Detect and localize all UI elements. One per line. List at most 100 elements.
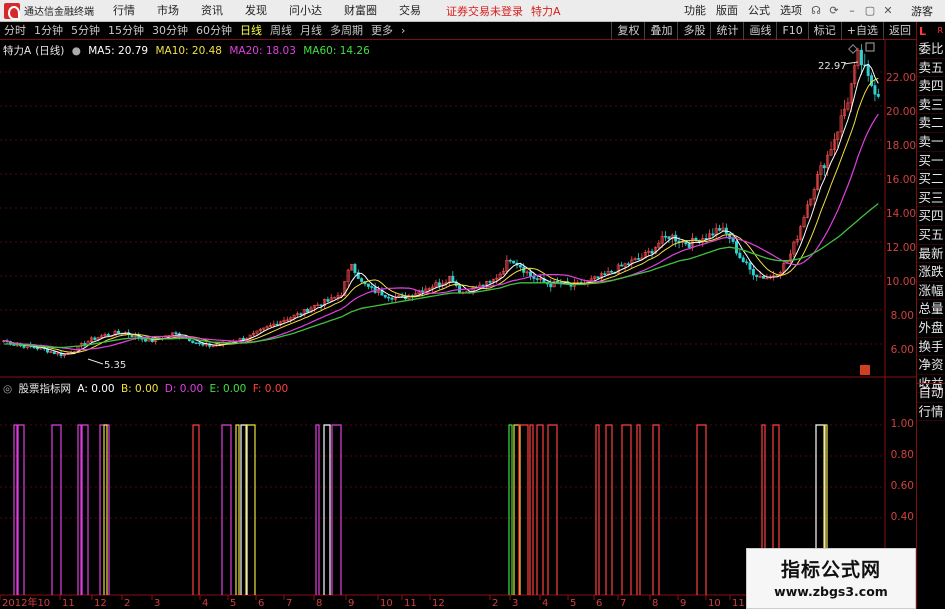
- menu-options[interactable]: 选项: [775, 0, 807, 22]
- period-multi[interactable]: 多周期: [326, 22, 367, 40]
- refresh-icon[interactable]: ⟳: [825, 0, 843, 22]
- panel-item[interactable]: 涨幅: [917, 282, 945, 301]
- panel-item[interactable]: 卖四: [917, 77, 945, 96]
- mark-button[interactable]: 标记: [807, 21, 841, 40]
- period-timeshare[interactable]: 分时: [0, 22, 30, 40]
- x-tick-label: 7: [620, 598, 626, 609]
- panel-item[interactable]: 买一: [917, 152, 945, 171]
- sub-grid: [0, 424, 885, 519]
- panel-item[interactable]: 涨跌: [917, 263, 945, 282]
- menu-quotes[interactable]: 行情: [102, 0, 146, 22]
- login-status[interactable]: 证券交易未登录: [446, 3, 523, 19]
- adjust-button[interactable]: 复权: [611, 21, 644, 40]
- candle-body: [353, 263, 357, 273]
- panel-item[interactable]: 卖五: [917, 59, 945, 78]
- panel-item[interactable]: 买二: [917, 170, 945, 189]
- kline-chart[interactable]: 2012年10 11 12 2 3 4 5 6 7 8 9 10 11 12 2 3 4 5 6 7 8 9 10 11 22…: [0, 40, 916, 609]
- draw-line-button[interactable]: 画线: [743, 21, 776, 40]
- menu-news[interactable]: 资讯: [190, 0, 234, 22]
- indicator-title[interactable]: 股票指标网: [19, 383, 72, 395]
- back-button[interactable]: 返回: [883, 21, 916, 40]
- panel-item[interactable]: 卖三: [917, 96, 945, 115]
- signal-pulse: [696, 424, 707, 595]
- candle-body: [144, 339, 148, 342]
- menu-wealth[interactable]: 财富圈: [333, 0, 388, 22]
- candle-body: [174, 332, 178, 334]
- panel-header: L R: [917, 22, 945, 40]
- signal-pulse: [605, 424, 613, 595]
- close-icon[interactable]: ✕: [879, 0, 897, 22]
- candle-body: [637, 258, 641, 260]
- panel-r-label[interactable]: R: [937, 27, 943, 35]
- menu-discover[interactable]: 发现: [234, 0, 278, 22]
- menu-ask[interactable]: 问小达: [278, 0, 333, 22]
- panel-item[interactable]: 买四: [917, 207, 945, 226]
- x-tick-label: 2012年10: [2, 596, 50, 609]
- panel-item[interactable]: 最新: [917, 245, 945, 264]
- series-a-legend: A: 0.00: [77, 383, 115, 395]
- auto-quote-toggle[interactable]: 自动: [917, 384, 945, 403]
- headset-icon[interactable]: ☊: [807, 0, 825, 22]
- statistics-button[interactable]: 统计: [710, 21, 743, 40]
- menu-function[interactable]: 功能: [679, 0, 711, 22]
- overlay-button[interactable]: 叠加: [644, 21, 677, 40]
- diamond-marker-icon[interactable]: [848, 44, 858, 54]
- candle-body: [93, 337, 97, 340]
- period-30min[interactable]: 30分钟: [148, 22, 192, 40]
- ma10-line: [3, 77, 879, 354]
- add-watchlist-button[interactable]: +自选: [840, 21, 883, 40]
- menu-market[interactable]: 市场: [146, 0, 190, 22]
- chart-expand-icon[interactable]: [865, 42, 875, 52]
- candle-body: [451, 275, 455, 283]
- indicator-signal-layer: [13, 424, 828, 595]
- x-tick-label: 11: [404, 598, 417, 609]
- multi-stock-button[interactable]: 多股: [677, 21, 710, 40]
- ma10-legend: MA10: 20.48: [155, 45, 222, 57]
- quote-button[interactable]: 行情: [917, 403, 945, 422]
- panel-item[interactable]: 净资: [917, 356, 945, 375]
- period-monthly[interactable]: 月线: [296, 22, 326, 40]
- panel-item[interactable]: 卖一: [917, 133, 945, 152]
- chevron-right-icon[interactable]: ›: [397, 22, 409, 40]
- sub-y-tick-060: 0.60: [890, 480, 914, 492]
- news-marker-icon[interactable]: [860, 365, 870, 375]
- panel-item[interactable]: 总量: [917, 300, 945, 319]
- period-daily[interactable]: 日线: [236, 22, 266, 40]
- candle-body: [556, 280, 559, 283]
- legend-dot-icon[interactable]: ●: [72, 45, 81, 57]
- gear-icon[interactable]: ◎: [3, 383, 12, 395]
- f10-button[interactable]: F10: [776, 21, 807, 40]
- period-5min[interactable]: 5分钟: [67, 22, 104, 40]
- guest-user[interactable]: 游客: [897, 3, 945, 19]
- panel-item[interactable]: 委比: [917, 40, 945, 59]
- period-weekly[interactable]: 周线: [266, 22, 296, 40]
- maximize-icon[interactable]: ▢: [861, 0, 879, 22]
- panel-item[interactable]: 卖二: [917, 114, 945, 133]
- candle-body: [275, 323, 279, 326]
- period-15min[interactable]: 15分钟: [104, 22, 148, 40]
- period-1min[interactable]: 1分钟: [30, 22, 67, 40]
- panel-item[interactable]: 换手: [917, 338, 945, 357]
- menu-formula[interactable]: 公式: [743, 0, 775, 22]
- panel-l-label[interactable]: L: [919, 25, 926, 38]
- period-60min[interactable]: 60分钟: [192, 22, 236, 40]
- panel-item[interactable]: 买五: [917, 226, 945, 245]
- panel-item[interactable]: 买三: [917, 189, 945, 208]
- candle-body: [741, 257, 745, 263]
- candle-body: [734, 241, 738, 254]
- candle-body: [748, 262, 752, 270]
- period-more[interactable]: 更多: [367, 22, 397, 40]
- candle-body: [512, 260, 516, 264]
- x-tick-label: 8: [316, 598, 322, 609]
- signal-pulse: [331, 424, 342, 595]
- menu-layout[interactable]: 版面: [711, 0, 743, 22]
- candle-body: [745, 261, 749, 264]
- panel-item[interactable]: 外盘: [917, 319, 945, 338]
- menu-trade[interactable]: 交易: [388, 0, 432, 22]
- sub-y-tick-080: 0.80: [890, 449, 914, 461]
- x-tick-label: 5: [230, 598, 236, 609]
- watermark-url: www.zbgs3.com: [774, 584, 888, 599]
- candle-body: [873, 85, 877, 95]
- candle-body: [549, 283, 553, 288]
- minimize-icon[interactable]: –: [843, 0, 861, 22]
